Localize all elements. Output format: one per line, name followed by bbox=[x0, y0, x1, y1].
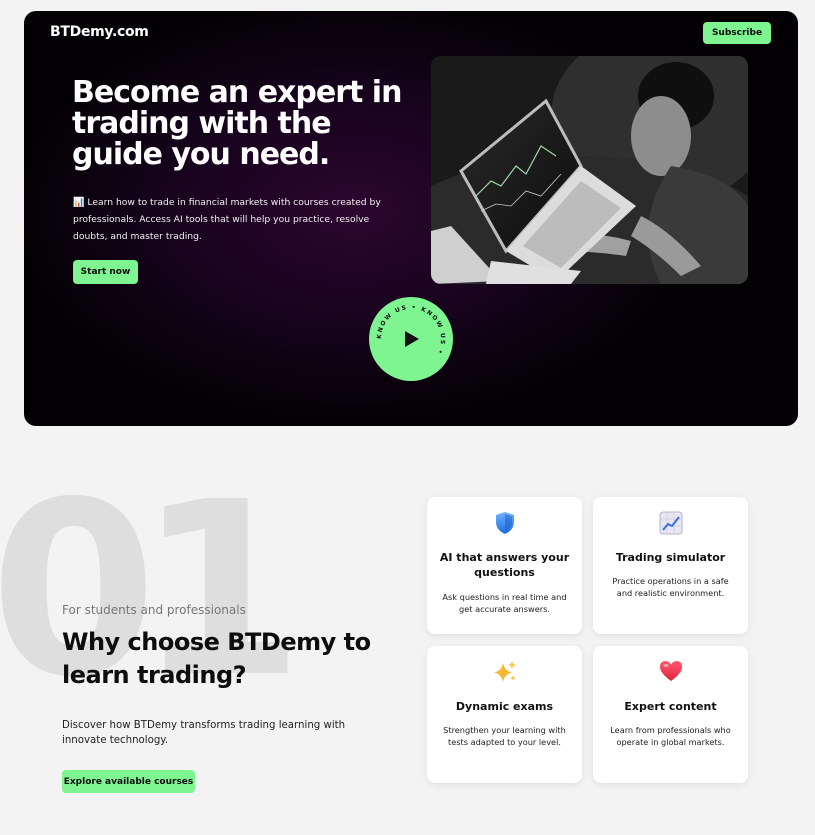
feature-title: Trading simulator bbox=[615, 551, 726, 564]
feature-title: Dynamic exams bbox=[455, 700, 554, 713]
start-now-button[interactable]: Start now bbox=[73, 260, 138, 284]
explore-courses-button[interactable]: Explore available courses bbox=[62, 770, 195, 793]
sparkles-icon bbox=[493, 661, 516, 682]
heart-icon bbox=[659, 661, 682, 681]
feature-description: Ask questions in real time and get accur… bbox=[442, 592, 567, 614]
feature-card-simulator: Trading simulator Practice operations in… bbox=[593, 497, 748, 634]
feature-card-exams: Dynamic exams Strengthen your learning w… bbox=[427, 646, 582, 783]
hero-title: Become an expert in trading with the gui… bbox=[72, 75, 402, 172]
subscribe-button[interactable]: Subscribe bbox=[703, 22, 771, 44]
feature-card-ai: AI that answers your questions Ask quest… bbox=[427, 497, 582, 634]
feature-title: Expert content bbox=[624, 700, 717, 713]
hero-description: 📊 Learn how to trade in financial market… bbox=[73, 197, 381, 242]
site-logo[interactable]: BTDemy.com bbox=[50, 24, 149, 40]
laptop-trading-photo bbox=[431, 56, 748, 284]
section-title: Why choose BTDemy to learn trading? bbox=[62, 628, 371, 689]
chart-up-icon bbox=[659, 511, 682, 535]
know-us-badge: KNOW US • KNOW US • bbox=[376, 304, 446, 356]
shield-icon bbox=[495, 512, 514, 534]
feature-card-expert: Expert content Learn from professionals … bbox=[593, 646, 748, 783]
feature-description: Strengthen your learning with tests adap… bbox=[443, 725, 566, 747]
section-eyebrow: For students and professionals bbox=[62, 603, 246, 617]
section-description: Discover how BTDemy transforms trading l… bbox=[62, 720, 346, 746]
play-icon bbox=[405, 331, 419, 347]
feature-description: Learn from professionals who operate in … bbox=[610, 725, 731, 747]
know-us-play-button[interactable]: KNOW US • KNOW US • bbox=[369, 297, 453, 381]
feature-description: Practice operations in a safe and realis… bbox=[612, 576, 729, 598]
feature-title: AI that answers your questions bbox=[439, 551, 570, 579]
svg-text:KNOW US • KNOW US •: KNOW US • KNOW US • bbox=[376, 304, 446, 356]
hero-section: BTDemy.com Subscribe Become an expert in… bbox=[24, 11, 798, 426]
